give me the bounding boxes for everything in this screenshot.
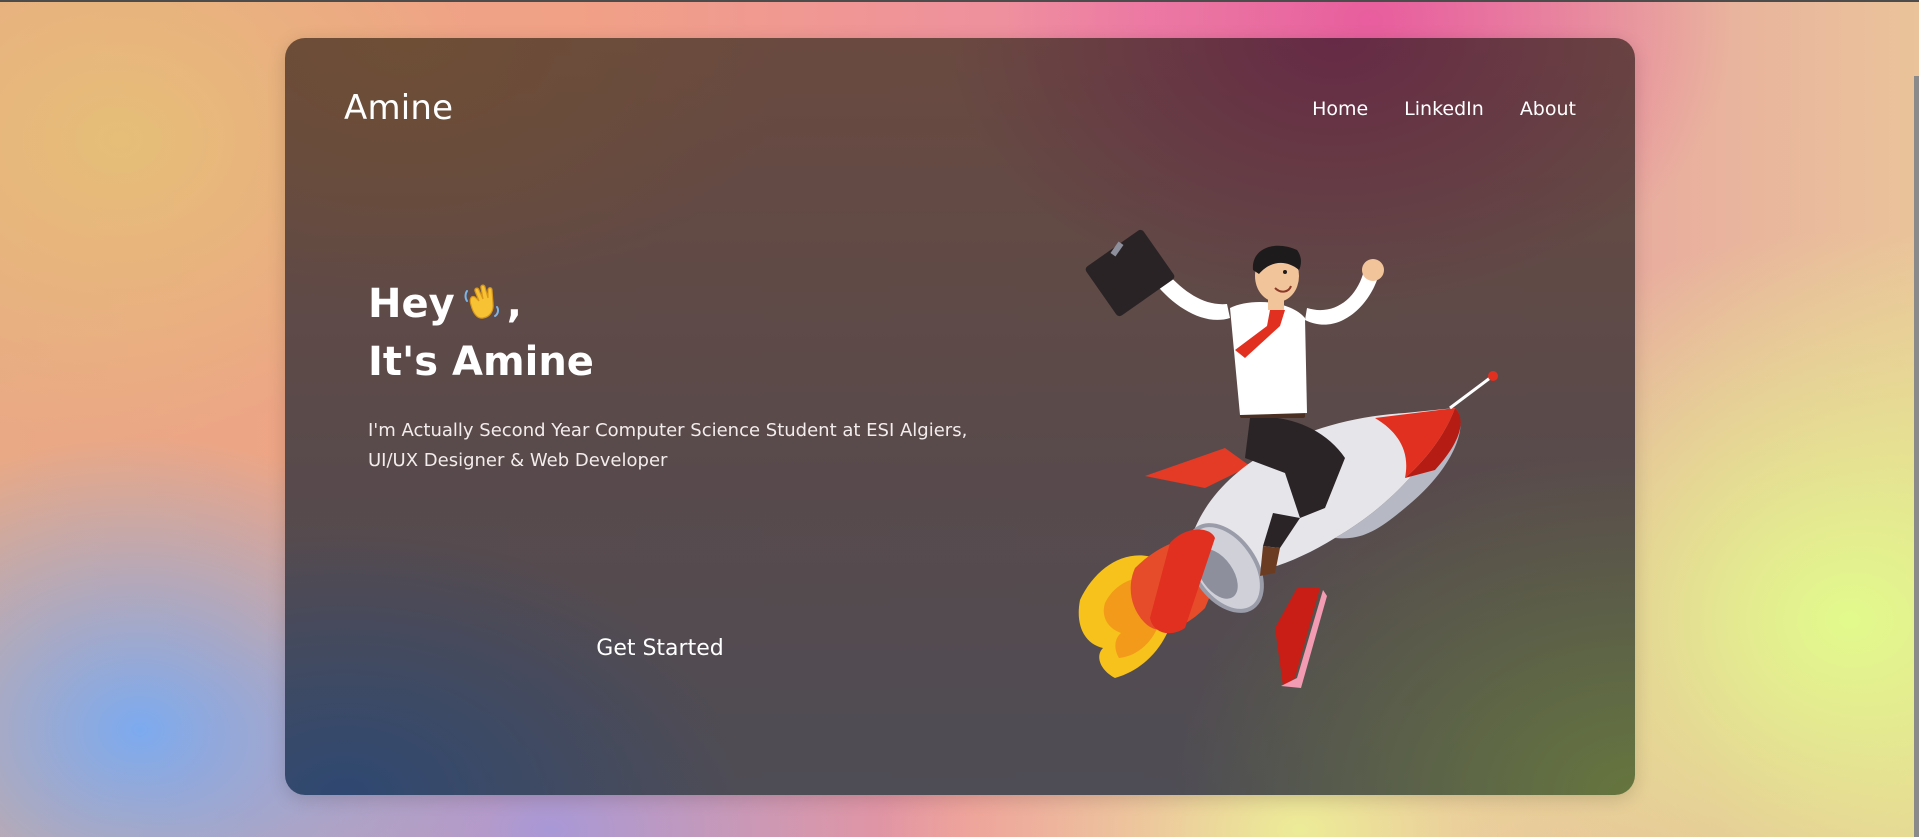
hero-greeting-line: Hey , [368,278,594,336]
hero-greeting-text: Hey [368,281,455,327]
hero-card: Amine Home LinkedIn About Hey , It's Ami… [285,38,1635,795]
hero-description-line-1: I'm Actually Second Year Computer Scienc… [368,420,968,441]
hero-greeting-suffix: , [506,281,522,327]
briefcase-icon [1085,229,1175,317]
page-scrollbar[interactable] [1914,76,1919,837]
browser-top-border [0,0,1919,2]
hero-name-line: It's Amine [368,339,594,385]
main-nav: Home LinkedIn About [1312,98,1576,120]
nav-link-linkedin[interactable]: LinkedIn [1404,98,1484,120]
hero-title: Hey , It's Amine [368,278,594,388]
businessman-riding-rocket-illustration [1078,229,1498,688]
nav-link-home[interactable]: Home [1312,98,1368,120]
hero-description: I'm Actually Second Year Computer Scienc… [368,416,988,476]
get-started-button[interactable]: Get Started [570,628,750,668]
brand-logo-text[interactable]: Amine [344,88,453,128]
hero-description-line-2: UI/UX Designer & Web Developer [368,450,668,471]
nav-link-about[interactable]: About [1520,98,1576,120]
waving-hand-icon [461,279,505,336]
